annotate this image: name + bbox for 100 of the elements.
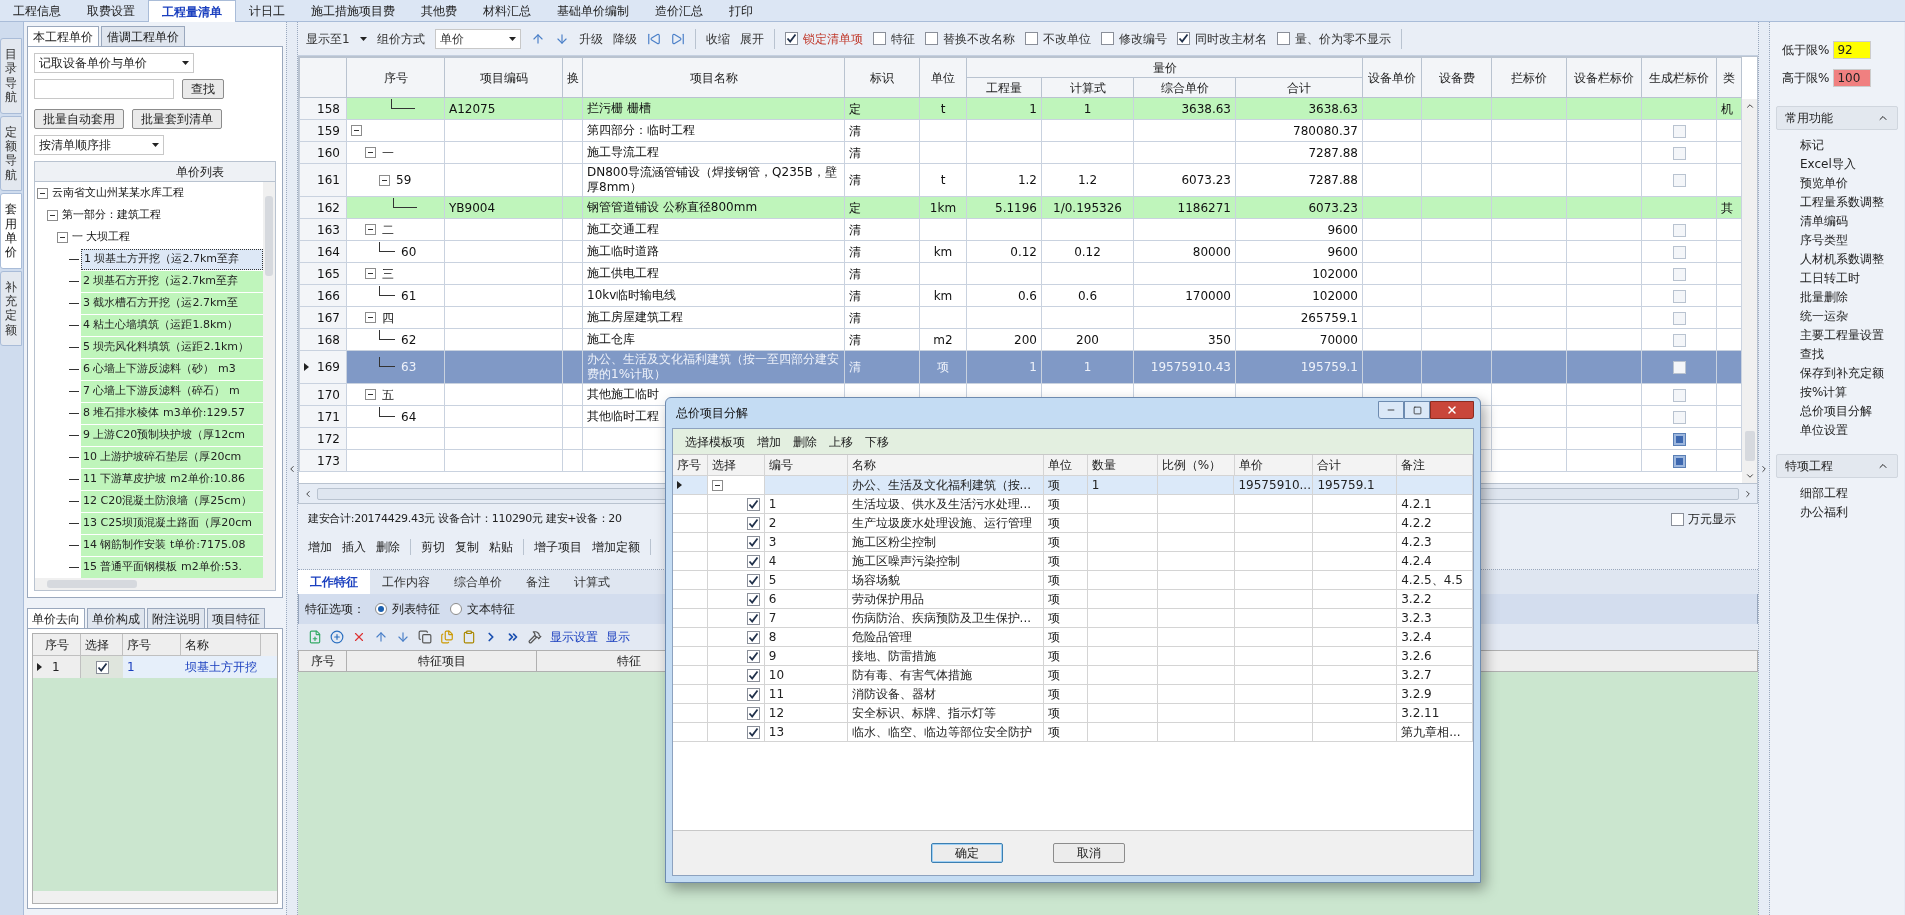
table-cell: 9600 bbox=[1327, 244, 1358, 259]
row-number: 167 bbox=[317, 309, 340, 327]
row-number: 1 bbox=[52, 659, 60, 676]
table-cell: 第四部分：临时工程 bbox=[587, 123, 695, 137]
row-number: 158 bbox=[317, 100, 340, 118]
table-cell: 施工临时道路 bbox=[587, 244, 659, 258]
row-number: 166 bbox=[317, 287, 340, 305]
table-cell-text: 3.2.4 bbox=[1401, 629, 1432, 646]
row-number: 161 bbox=[317, 172, 340, 189]
table-cell-text: 4.2.2 bbox=[1401, 515, 1432, 532]
column-header: 名称 bbox=[851, 457, 876, 474]
table-cell-text: 第九章相... bbox=[1401, 724, 1461, 741]
table-cell: 清 bbox=[849, 310, 861, 325]
row-number: 172 bbox=[317, 430, 340, 448]
table-cell: 机 bbox=[1721, 101, 1733, 116]
table-cell: 拦污栅 栅槽 bbox=[587, 101, 651, 115]
column-header: 项目名称 bbox=[689, 70, 738, 85]
table-cell-text: 施工区粉尘控制 bbox=[851, 534, 936, 551]
table-cell: 0.12 bbox=[1074, 244, 1101, 259]
table-cell: 200 bbox=[1014, 332, 1037, 347]
table-cell: 清 bbox=[849, 244, 861, 259]
row-number: 159 bbox=[317, 122, 340, 140]
table-cell-text: 3.2.11 bbox=[1401, 705, 1440, 722]
table-cell: t bbox=[940, 101, 946, 116]
table-cell: 项 bbox=[937, 360, 949, 374]
table-cell: 清 bbox=[849, 173, 861, 187]
table-cell: 780080.37 bbox=[1293, 123, 1358, 138]
table-cell: 施工交通工程 bbox=[587, 222, 659, 236]
row-number: 168 bbox=[317, 331, 340, 349]
table-cell: 1.2 bbox=[1077, 173, 1098, 187]
table-cell-text: 64 bbox=[401, 408, 417, 426]
column-header: 换 bbox=[566, 70, 579, 85]
table-cell-text: 195759.1 bbox=[1317, 477, 1375, 494]
column-header: 序号 bbox=[383, 70, 408, 85]
row-number: 170 bbox=[317, 386, 340, 404]
table-cell-text: 8 bbox=[768, 629, 777, 646]
row-number: 171 bbox=[317, 408, 340, 426]
table-cell-text: 项 bbox=[1048, 591, 1061, 608]
table-cell: 1186271 bbox=[1177, 200, 1231, 215]
table-cell-text: 三 bbox=[382, 265, 394, 283]
table-cell: 其他临时工程 bbox=[587, 409, 659, 423]
table-cell-text: 消防设备、器材 bbox=[851, 686, 936, 703]
table-cell-text: 安全标识、标牌、指示灯等 bbox=[851, 705, 996, 722]
table-cell-text: 项 bbox=[1048, 629, 1061, 646]
table-cell-text: 项 bbox=[1048, 648, 1061, 665]
table-cell-text: 场容场貌 bbox=[851, 572, 900, 589]
column-header: 生成栏标价 bbox=[1649, 70, 1709, 85]
table-cell: 3638.63 bbox=[1308, 101, 1358, 116]
column-header: 标识 bbox=[870, 70, 894, 85]
table-cell-text: 4.2.5、4.5 bbox=[1401, 572, 1463, 589]
table-cell-text: 四 bbox=[382, 309, 394, 327]
table-cell: DN800导流涵管铺设（焊接钢管，Q235B，壁厚8mm） bbox=[587, 165, 837, 194]
table-cell: 0.12 bbox=[1010, 244, 1037, 259]
table-cell: 19575910.43 bbox=[1150, 360, 1231, 374]
table-cell-text: 7 bbox=[768, 610, 777, 627]
tree-header: 单价列表 bbox=[35, 162, 275, 182]
table-cell-text: 3 bbox=[768, 534, 777, 551]
table-cell: 7287.88 bbox=[1308, 173, 1358, 187]
row-number: 164 bbox=[317, 243, 340, 261]
row-number: 160 bbox=[317, 144, 340, 162]
column-header: 拦标价 bbox=[1511, 70, 1547, 85]
table-cell-text: 1 bbox=[1091, 477, 1100, 494]
table-cell: 7287.88 bbox=[1308, 145, 1358, 160]
table-cell: 102000 bbox=[1312, 288, 1358, 303]
dialog-title: 总价项目分解 bbox=[676, 405, 748, 422]
column-header: 选择 bbox=[711, 457, 736, 474]
table-cell: YB9004 bbox=[449, 200, 496, 215]
table-cell: 定 bbox=[849, 101, 861, 116]
column-header: 设备费 bbox=[1438, 70, 1475, 85]
column-header: 类 bbox=[1723, 70, 1735, 85]
limit-label: 高于限% bbox=[1782, 70, 1830, 87]
table-cell: 3638.63 bbox=[1181, 101, 1231, 116]
table-cell-text: 4.2.1 bbox=[1401, 496, 1432, 513]
table-cell-text: 劳动保护用品 bbox=[851, 591, 924, 608]
table-cell: 70000 bbox=[1319, 332, 1358, 347]
table-cell: 其 bbox=[1721, 200, 1733, 215]
table-cell-text: 4.2.4 bbox=[1401, 553, 1432, 570]
row-number: 162 bbox=[317, 199, 340, 217]
table-cell-text: 4.2.3 bbox=[1401, 534, 1432, 551]
table-cell-text: 临水、临空、临边等部位安全防护 bbox=[851, 724, 1032, 741]
column-header: 数量 bbox=[1091, 457, 1116, 474]
table-cell: t bbox=[940, 173, 946, 187]
column-header: 序号 bbox=[677, 457, 701, 474]
option-label: 特征选项： bbox=[305, 601, 365, 618]
table-cell-text: 伤病防治、疾病预防及卫生保护... bbox=[851, 610, 1032, 627]
table-cell-text: 5 bbox=[768, 572, 777, 589]
table-cell: 1km bbox=[929, 200, 957, 215]
table-cell: 1.2 bbox=[1017, 173, 1037, 187]
column-header: 合计 bbox=[1287, 80, 1311, 95]
column-header: 特征项目 bbox=[347, 651, 537, 671]
column-header: 序号 bbox=[299, 651, 347, 671]
table-cell: 施工仓库 bbox=[587, 332, 635, 346]
table-cell: 其他施工临时 bbox=[587, 387, 659, 401]
table-cell-text: 二 bbox=[382, 221, 394, 239]
table-cell: 0.6 bbox=[1077, 288, 1098, 303]
table-cell-text: 项 bbox=[1048, 724, 1061, 741]
table-cell-text: 项 bbox=[1048, 572, 1061, 589]
table-cell: 1 bbox=[1029, 360, 1037, 374]
table-cell-text: 4 bbox=[768, 553, 777, 570]
table-cell-text: 9 bbox=[768, 648, 777, 665]
